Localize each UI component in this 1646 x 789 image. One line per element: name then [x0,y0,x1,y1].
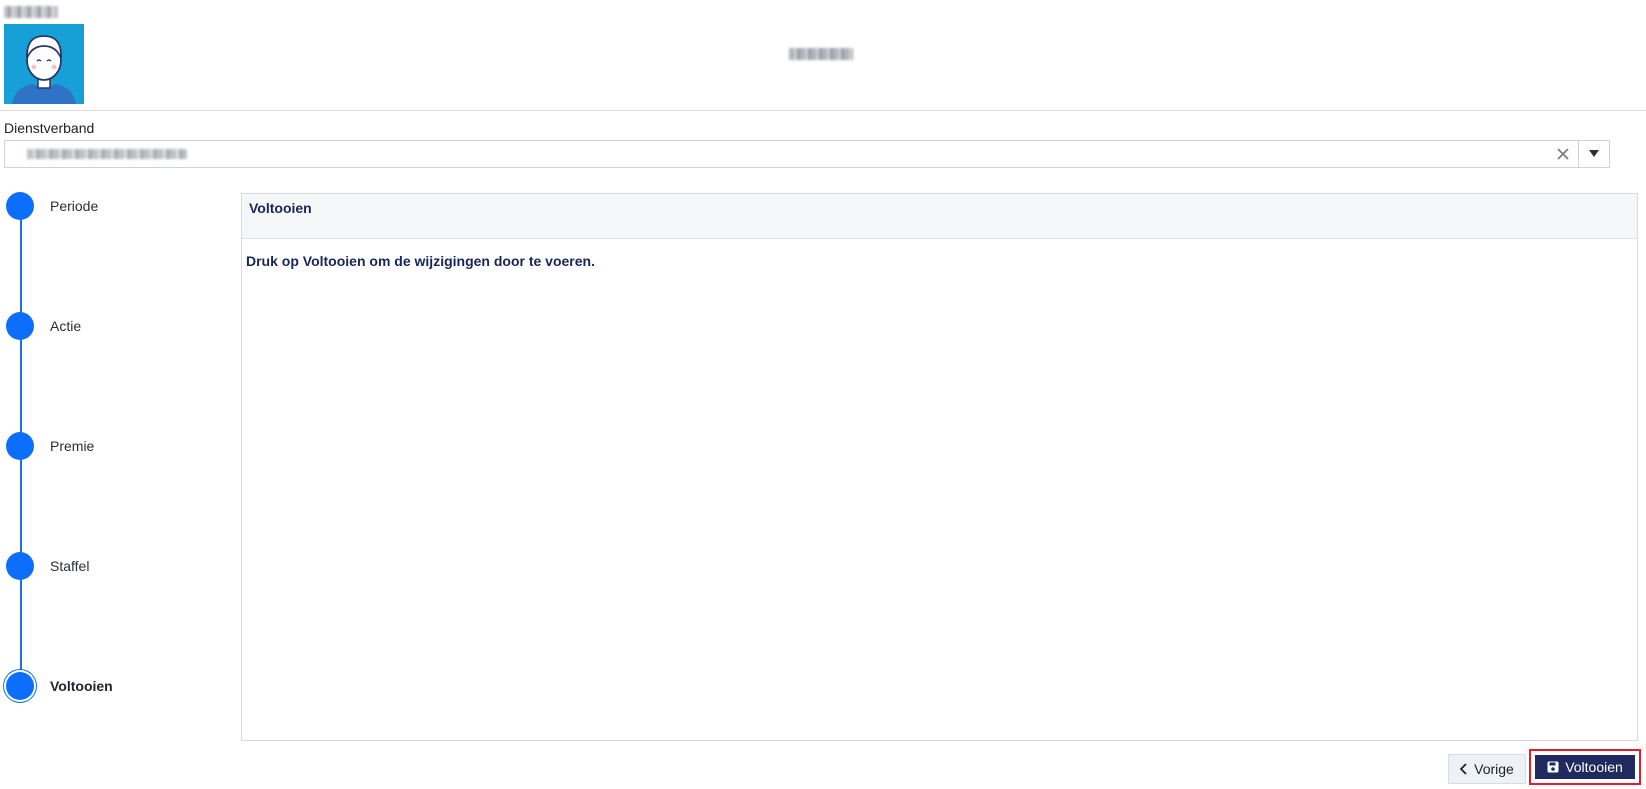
user-avatar-icon [4,24,84,104]
panel-header: Voltooien [242,194,1637,239]
step-voltooien[interactable]: Voltooien [6,672,226,702]
finish-button[interactable]: Voltooien [1535,755,1635,779]
step-dot-active [6,672,34,700]
step-premie[interactable]: Premie [6,432,226,462]
finish-button-label: Voltooien [1565,759,1623,775]
user-name-redacted [4,6,58,18]
completion-message: Druk op Voltooien om de wijzigingen door… [246,253,595,269]
panel-title: Voltooien [249,200,312,216]
avatar [4,24,84,104]
save-icon [1547,761,1559,773]
close-icon [1557,148,1569,160]
page-header [0,0,1646,111]
step-dot [6,552,34,580]
step-staffel[interactable]: Staffel [6,552,226,582]
employment-label: Dienstverband [4,120,95,136]
clear-selection-button[interactable] [1551,141,1575,167]
step-dot [6,432,34,460]
step-label-active: Voltooien [50,678,113,694]
employment-select[interactable] [4,140,1610,168]
wizard-stepper: Periode Actie Premie Staffel Voltooien [0,180,230,720]
step-label: Staffel [50,558,90,574]
chevron-left-icon [1460,763,1468,775]
step-actie[interactable]: Actie [6,312,226,342]
page-title-redacted [789,48,853,60]
triangle-down-icon [1589,150,1599,157]
step-dot [6,312,34,340]
panel-body: Druk op Voltooien om de wijzigingen door… [242,239,1637,283]
step-label: Premie [50,438,95,454]
previous-button-label: Vorige [1474,761,1514,777]
previous-button[interactable]: Vorige [1448,754,1526,784]
step-dot [6,192,34,220]
step-label: Periode [50,198,99,214]
step-periode[interactable]: Periode [6,192,226,222]
employment-select-value-redacted [27,149,187,159]
completion-panel: Voltooien Druk op Voltooien om de wijzig… [241,193,1638,741]
dropdown-toggle-button[interactable] [1578,141,1609,167]
step-label: Actie [50,318,82,334]
finish-button-highlight: Voltooien [1529,749,1641,785]
